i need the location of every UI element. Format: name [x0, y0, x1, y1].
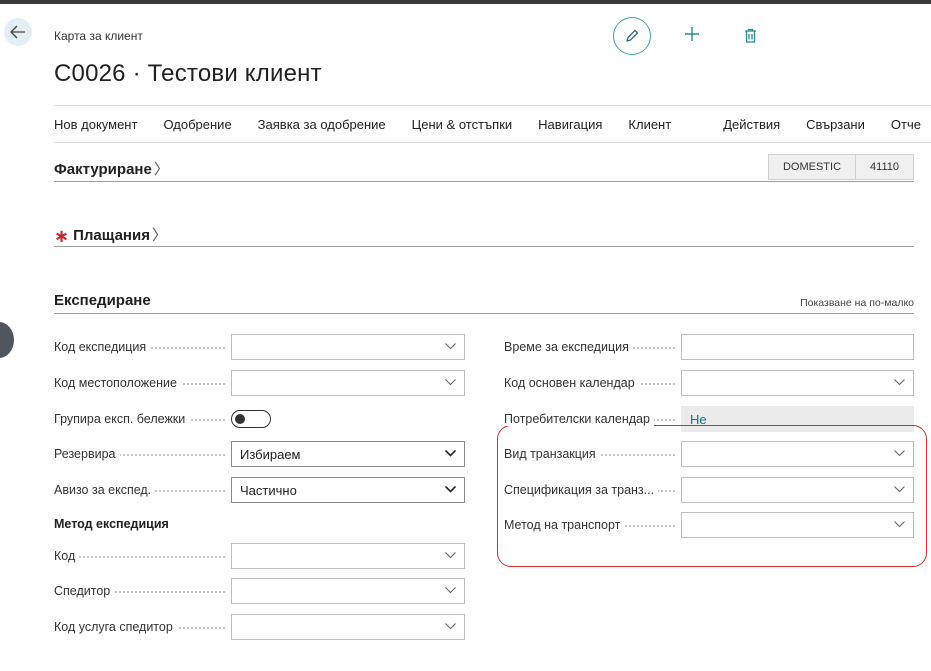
field-label: Авизо за експед.: [54, 483, 156, 497]
action-actions[interactable]: Действия: [723, 117, 780, 132]
chevron-down-icon: [445, 552, 456, 559]
section-shipping-title: Експедиране: [54, 292, 151, 309]
field-label: Метод на транспорт: [504, 518, 625, 532]
shipping-method-group-title: Метод експедиция: [54, 517, 169, 531]
chevron-right-icon: 〉: [151, 227, 167, 244]
field-label: Резервира: [54, 447, 120, 461]
section-shipping-header[interactable]: Експедиране: [54, 292, 914, 314]
method-code-dropdown[interactable]: [231, 543, 465, 569]
action-navigation[interactable]: Навигация: [538, 117, 602, 132]
tag-domestic: DOMESTIC: [767, 154, 857, 180]
back-button[interactable]: [4, 18, 32, 46]
reserve-value: Избираем: [240, 446, 301, 462]
field-row-location-code: Код местоположение: [54, 370, 465, 396]
shipping-advice-value: Частично: [240, 482, 297, 498]
shipping-code-dropdown[interactable]: [231, 334, 465, 360]
action-approval[interactable]: Одобрение: [163, 117, 231, 132]
pencil-icon: [626, 29, 639, 42]
field-label: Код: [54, 549, 80, 563]
field-row-shipping-code: Код експедиция: [54, 334, 465, 360]
field-label: Вид транзакция: [504, 447, 600, 461]
toggle-knob: [235, 413, 245, 424]
reserve-select[interactable]: Избираем: [231, 441, 465, 467]
chevron-right-icon: 〉: [153, 161, 169, 178]
action-approval-request[interactable]: Заявка за одобрение: [258, 117, 386, 132]
field-label: Групира експ. бележки: [54, 412, 190, 426]
action-related[interactable]: Свързани: [806, 117, 865, 132]
base-calendar-dropdown[interactable]: [681, 370, 914, 396]
field-row-method-code: Код: [54, 543, 465, 569]
field-label: Код услуга спедитор: [54, 620, 177, 634]
chevron-down-icon: [445, 379, 456, 386]
shipping-advice-select[interactable]: Частично: [231, 477, 465, 503]
action-customer[interactable]: Клиент: [628, 117, 671, 132]
required-mark: ∗: [54, 226, 70, 246]
chevron-down-icon: [445, 623, 456, 630]
field-label: Код експедиция: [54, 340, 151, 354]
combine-shipments-toggle[interactable]: [231, 410, 271, 428]
field-label: Спедитор: [54, 584, 115, 598]
field-row-shipping-agent: Спедитор: [54, 578, 465, 604]
field-row-shipping-advice: Авизо за експед. Частично: [54, 477, 465, 503]
action-reports[interactable]: Отче: [891, 117, 921, 132]
side-panel-handle[interactable]: [0, 322, 14, 358]
field-row-shipping-time: Време за експедиция: [504, 334, 914, 360]
window-top-bar: [0, 0, 931, 4]
section-payments-header[interactable]: ∗ Плащания 〉: [54, 224, 914, 247]
new-button[interactable]: [680, 22, 704, 46]
action-bar: Нов документ Одобрение Заявка за одобрен…: [54, 105, 931, 143]
section-invoicing-title: Фактуриране: [54, 161, 152, 178]
plus-icon: [685, 27, 699, 41]
shipping-agent-dropdown[interactable]: [231, 578, 465, 604]
field-label: Време за експедиция: [504, 340, 633, 354]
delete-button[interactable]: [740, 24, 760, 46]
field-label: Спецификация за транз...: [504, 483, 659, 497]
chevron-down-icon: [445, 343, 456, 350]
location-code-dropdown[interactable]: [231, 370, 465, 396]
chevron-down-icon: [445, 450, 456, 457]
field-row-agent-service: Код услуга спедитор: [54, 614, 465, 640]
trash-icon: [744, 28, 756, 43]
chevron-down-icon: [445, 587, 456, 594]
field-row-combine-shipments: Групира експ. бележки: [54, 406, 271, 432]
field-row-base-calendar: Код основен календар: [504, 370, 914, 396]
edit-button[interactable]: [613, 17, 651, 55]
chevron-down-icon: [445, 486, 456, 493]
chevron-down-icon: [894, 379, 905, 386]
field-label: Код местоположение: [54, 376, 181, 390]
action-prices-discounts[interactable]: Цени & отстъпки: [412, 117, 513, 132]
page-title: C0026 · Тестови клиент: [54, 60, 322, 87]
field-row-reserve: Резервира Избираем: [54, 441, 465, 467]
back-arrow-icon: [10, 25, 25, 39]
field-label: Код основен календар: [504, 376, 639, 390]
action-new-document[interactable]: Нов документ: [54, 117, 137, 132]
breadcrumb: Карта за клиент: [54, 29, 143, 43]
shipping-time-input[interactable]: [681, 334, 914, 360]
field-label: Потребителски календар: [504, 412, 654, 426]
tag-account: 41110: [856, 154, 914, 180]
agent-service-dropdown[interactable]: [231, 614, 465, 640]
section-payments-title: Плащания: [73, 227, 150, 244]
show-less-link[interactable]: Показване на по-малко: [800, 297, 914, 309]
invoicing-tags: DOMESTIC 41110: [767, 154, 914, 180]
